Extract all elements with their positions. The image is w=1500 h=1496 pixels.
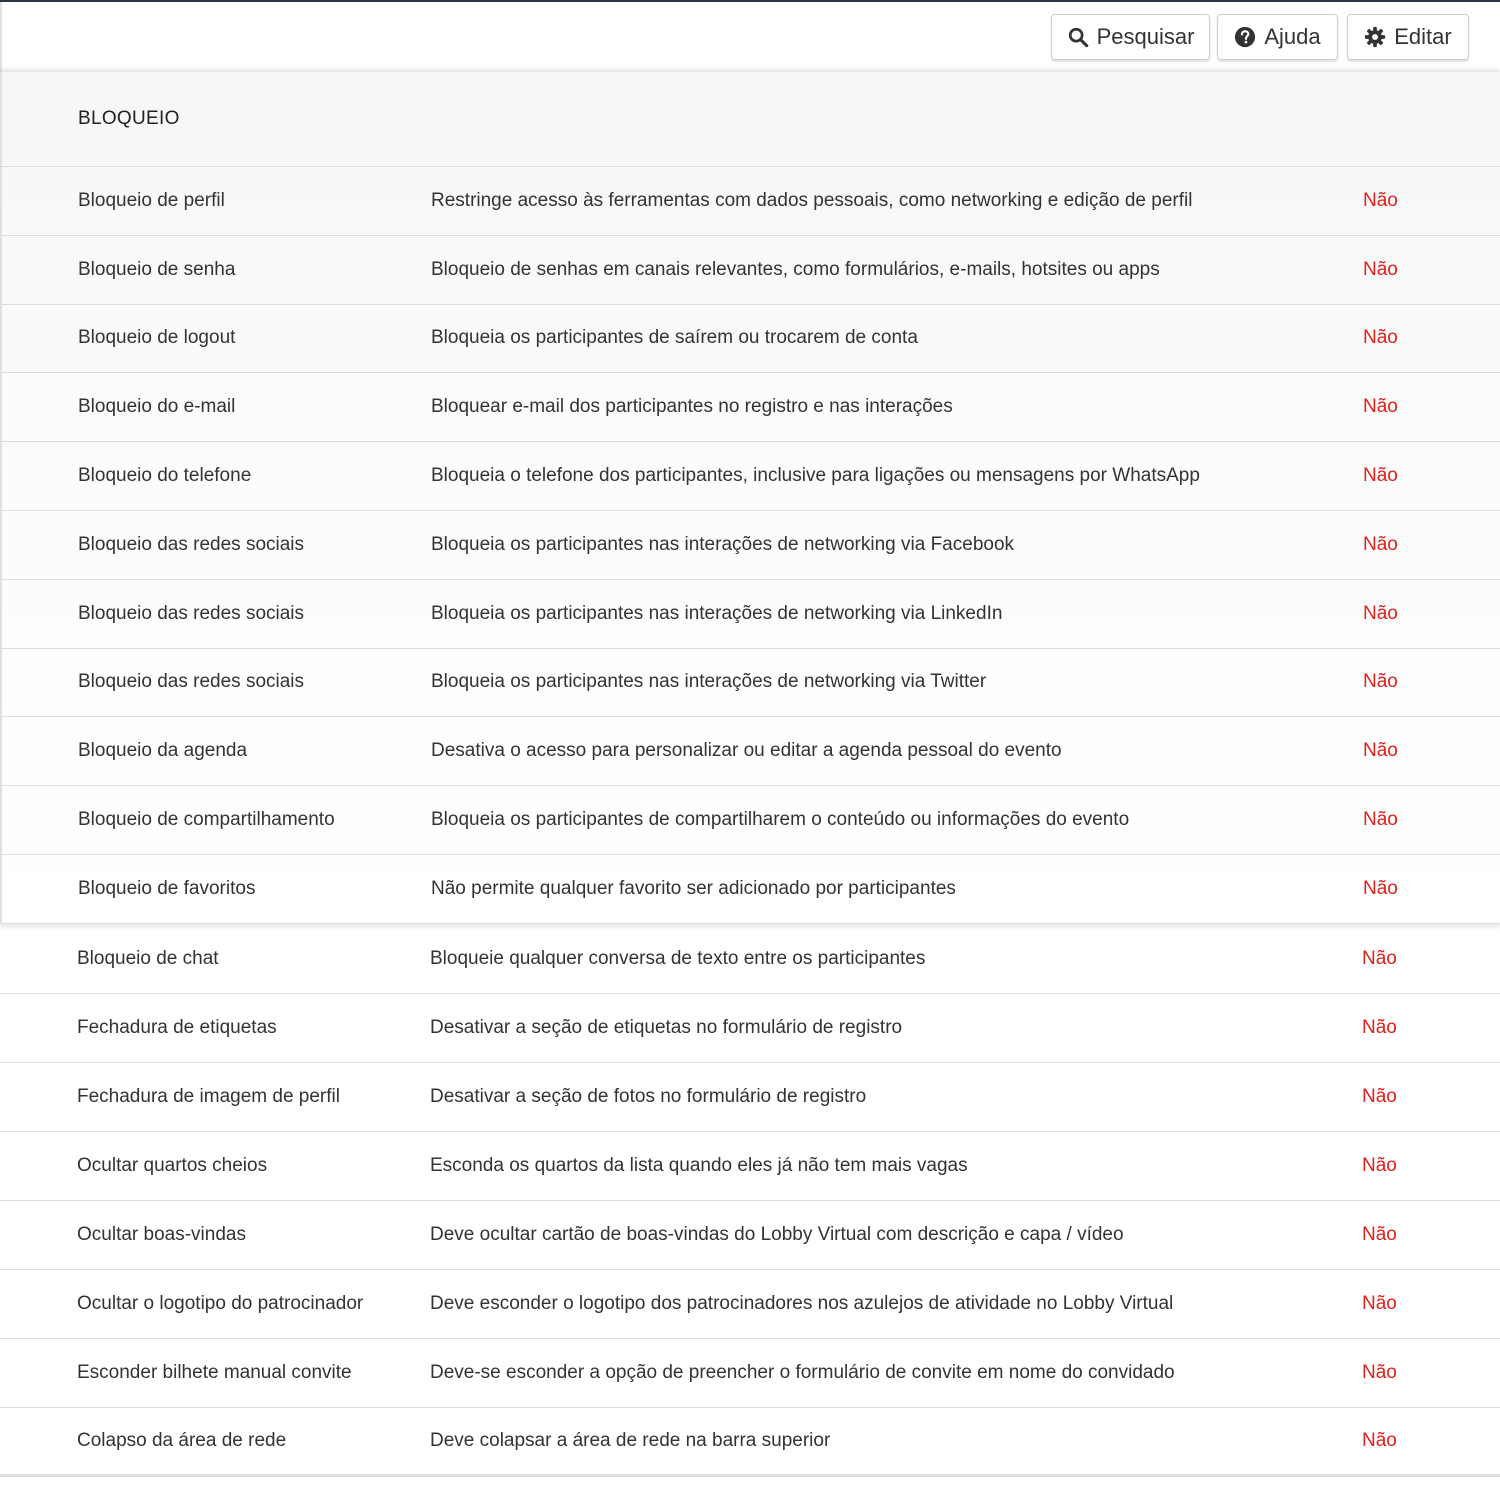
setting-value: Não bbox=[1362, 1430, 1397, 1451]
setting-value: Não bbox=[1363, 327, 1398, 349]
setting-value: Não bbox=[1362, 1293, 1397, 1314]
table-row: Bloqueio de compartilhamento Bloqueia os … bbox=[2, 786, 1500, 855]
settings-list: Bloqueio de perfil Restringe acesso às fe… bbox=[2, 167, 1500, 924]
gear-icon bbox=[1365, 26, 1386, 48]
setting-name: Bloqueio das redes sociais bbox=[78, 533, 305, 555]
setting-description: Deve esconder o logotipo dos patrocinado… bbox=[430, 1293, 1174, 1314]
table-row: Bloqueio da agenda Desativa o acesso para… bbox=[2, 717, 1500, 787]
setting-name: Bloqueio das redes sociais bbox=[78, 602, 305, 624]
setting-name: Ocultar boas-vindas bbox=[77, 1224, 246, 1245]
edit-button[interactable]: Editar bbox=[1347, 14, 1469, 60]
setting-value: Não bbox=[1363, 671, 1398, 693]
settings-card: BLOQUEIO Bloqueio de perfil Restringe ace… bbox=[0, 72, 1500, 924]
table-row: Ocultar boas-vindas Deve ocultar cartão d… bbox=[0, 1201, 1500, 1270]
setting-description: Bloqueio de senhas em canais relevantes,… bbox=[431, 258, 1160, 280]
search-icon bbox=[1068, 27, 1088, 48]
setting-value: Não bbox=[1363, 533, 1398, 555]
setting-description: Bloqueia os participantes nas interações… bbox=[431, 671, 987, 693]
setting-name: Bloqueio de senha bbox=[78, 258, 236, 280]
setting-name: Ocultar quartos cheios bbox=[77, 1155, 268, 1176]
setting-name: Bloqueio de chat bbox=[77, 948, 219, 969]
setting-name: Bloqueio da agenda bbox=[78, 740, 248, 762]
table-row: Bloqueio do telefone Bloqueia o telefone … bbox=[2, 442, 1500, 511]
setting-value: Não bbox=[1363, 258, 1398, 280]
setting-description: Esconda os quartos da lista quando eles … bbox=[430, 1155, 968, 1176]
setting-description: Bloqueia os participantes de saírem ou t… bbox=[431, 327, 918, 349]
setting-description: Desativar a seção de fotos no formulário… bbox=[430, 1086, 867, 1107]
setting-description: Deve colapsar a área de rede na barra su… bbox=[430, 1430, 831, 1451]
setting-value: Não bbox=[1362, 1224, 1397, 1245]
setting-name: Esconder bilhete manual convite bbox=[77, 1362, 352, 1383]
setting-value: Não bbox=[1363, 465, 1398, 487]
table-row: Fechadura de imagem de perfil Desativar a… bbox=[0, 1063, 1500, 1132]
setting-name: Fechadura de etiquetas bbox=[77, 1017, 277, 1038]
setting-name: Fechadura de imagem de perfil bbox=[77, 1086, 340, 1107]
table-row: Bloqueio das redes sociais Bloqueia os pa… bbox=[2, 511, 1500, 580]
setting-name: Bloqueio das redes sociais bbox=[78, 671, 305, 693]
section-title: BLOQUEIO bbox=[2, 72, 1500, 167]
table-row: Bloqueio de logout Bloqueia os participan… bbox=[2, 305, 1500, 374]
setting-name: Bloqueio de perfil bbox=[78, 189, 225, 211]
setting-value: Não bbox=[1362, 1362, 1397, 1383]
setting-value: Não bbox=[1362, 1017, 1397, 1038]
search-button[interactable]: Pesquisar bbox=[1051, 14, 1210, 60]
setting-value: Não bbox=[1363, 396, 1398, 418]
toolbar: Pesquisar Ajuda Editar bbox=[0, 2, 1500, 72]
setting-value: Não bbox=[1363, 809, 1398, 831]
settings-list-continued: Bloqueio de chat Bloqueie qualquer conver… bbox=[0, 925, 1500, 1477]
table-row: Ocultar o logotipo do patrocinador Deve e… bbox=[0, 1270, 1500, 1339]
setting-description: Desativa o acesso para personalizar ou e… bbox=[431, 740, 1062, 762]
setting-description: Bloqueia os participantes nas interações… bbox=[431, 602, 1003, 624]
help-button[interactable]: Ajuda bbox=[1217, 14, 1338, 60]
setting-value: Não bbox=[1363, 877, 1398, 899]
setting-description: Não permite qualquer favorito ser adicio… bbox=[431, 877, 956, 899]
setting-name: Bloqueio de favoritos bbox=[78, 877, 256, 899]
setting-description: Bloqueie qualquer conversa de texto entr… bbox=[430, 948, 926, 969]
setting-description: Desativar a seção de etiquetas no formul… bbox=[430, 1017, 903, 1038]
setting-value: Não bbox=[1362, 948, 1397, 969]
setting-name: Bloqueio de logout bbox=[78, 327, 236, 349]
help-circle-icon bbox=[1235, 26, 1256, 48]
setting-value: Não bbox=[1362, 1155, 1397, 1176]
table-row: Ocultar quartos cheios Esconda os quartos… bbox=[0, 1132, 1500, 1201]
setting-name: Colapso da área de rede bbox=[77, 1430, 287, 1451]
setting-name: Bloqueio de compartilhamento bbox=[78, 809, 335, 831]
setting-name: Bloqueio do e-mail bbox=[78, 396, 236, 418]
setting-description: Bloquear e-mail dos participantes no reg… bbox=[431, 396, 953, 418]
setting-description: Bloqueia os participantes nas interações… bbox=[431, 533, 1015, 555]
help-button-label: Ajuda bbox=[1264, 24, 1321, 49]
table-row: Bloqueio de chat Bloqueie qualquer conver… bbox=[0, 925, 1500, 994]
table-row: Bloqueio das redes sociais Bloqueia os pa… bbox=[2, 580, 1500, 649]
setting-description: Deve ocultar cartão de boas-vindas do Lo… bbox=[430, 1224, 1124, 1245]
table-row: Colapso da área de rede Deve colapsar a á… bbox=[0, 1408, 1500, 1477]
setting-description: Bloqueia o telefone dos participantes, i… bbox=[431, 465, 1200, 487]
table-row: Bloqueio das redes sociais Bloqueia os pa… bbox=[2, 649, 1500, 718]
setting-name: Ocultar o logotipo do patrocinador bbox=[77, 1293, 364, 1314]
setting-value: Não bbox=[1363, 740, 1398, 762]
setting-description: Restringe acesso às ferramentas com dado… bbox=[431, 189, 1193, 211]
setting-value: Não bbox=[1363, 602, 1398, 624]
table-row: Esconder bilhete manual convite Deve-se e… bbox=[0, 1339, 1500, 1408]
search-button-label: Pesquisar bbox=[1096, 24, 1195, 49]
table-row: Fechadura de etiquetas Desativar a seção … bbox=[0, 994, 1500, 1063]
table-row: Bloqueio de senha Bloqueio de senhas em c… bbox=[2, 236, 1500, 305]
table-row: Bloqueio de perfil Restringe acesso às fe… bbox=[2, 167, 1500, 236]
table-row: Bloqueio de favoritos Não permite qualque… bbox=[2, 855, 1500, 924]
setting-description: Bloqueia os participantes de compartilha… bbox=[431, 809, 1130, 831]
edit-button-label: Editar bbox=[1394, 24, 1452, 49]
table-row: Bloqueio do e-mail Bloquear e-mail dos pa… bbox=[2, 373, 1500, 443]
setting-value: Não bbox=[1363, 189, 1398, 211]
setting-name: Bloqueio do telefone bbox=[78, 465, 252, 487]
setting-description: Deve-se esconder a opção de preencher o … bbox=[430, 1362, 1175, 1383]
setting-value: Não bbox=[1362, 1086, 1397, 1107]
